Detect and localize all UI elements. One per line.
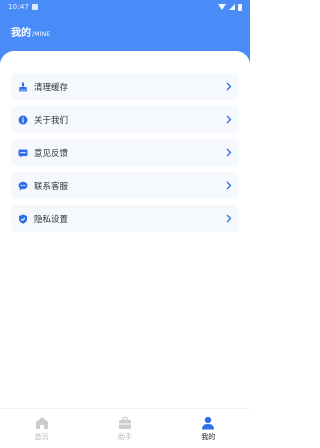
menu-item-feedback[interactable]: 意见反馈 bbox=[11, 139, 239, 166]
menu-item-label: 联系客服 bbox=[34, 181, 69, 192]
home-icon bbox=[35, 416, 49, 430]
menu-item-clear-cache[interactable]: 清理缓存 bbox=[11, 73, 239, 100]
tab-label: 首页 bbox=[34, 432, 49, 441]
menu-item-label: 隐私设置 bbox=[34, 214, 69, 225]
tab-label: 我的 bbox=[201, 432, 216, 441]
page-title: 我的 bbox=[11, 28, 31, 39]
notification-icon bbox=[32, 4, 39, 10]
page-title-row: 我的 /MINE bbox=[11, 24, 50, 39]
tab-mine[interactable]: 我的 bbox=[178, 416, 238, 442]
status-bar: 10:47 bbox=[0, 0, 250, 14]
page-subtitle: /MINE bbox=[32, 31, 51, 38]
chevron-right-icon bbox=[225, 148, 233, 158]
shield-icon bbox=[18, 214, 28, 224]
menu-item-about-us[interactable]: 关于我们 bbox=[11, 106, 239, 133]
wifi-icon bbox=[218, 4, 226, 10]
menu-item-label: 清理缓存 bbox=[34, 82, 69, 93]
tab-home[interactable]: 首页 bbox=[12, 416, 72, 442]
signal-icon bbox=[229, 4, 235, 10]
menu-item-privacy-settings[interactable]: 隐私设置 bbox=[11, 205, 239, 232]
tab-label: 助手 bbox=[117, 432, 132, 441]
chevron-right-icon bbox=[225, 82, 233, 92]
chevron-right-icon bbox=[225, 214, 233, 224]
settings-menu: 清理缓存 关于我们 意见反馈 联系客服 隐私设置 bbox=[11, 73, 239, 238]
bottom-tab-bar: 首页 助手 我的 bbox=[0, 408, 250, 448]
user-icon bbox=[201, 416, 215, 430]
info-icon bbox=[18, 115, 28, 125]
chevron-right-icon bbox=[225, 115, 233, 125]
menu-item-label: 意见反馈 bbox=[34, 148, 69, 159]
broom-icon bbox=[18, 82, 28, 92]
status-indicators bbox=[218, 3, 242, 11]
menu-item-label: 关于我们 bbox=[34, 115, 69, 126]
battery-icon bbox=[238, 3, 242, 11]
status-time: 10:47 bbox=[8, 3, 30, 11]
feedback-icon bbox=[18, 148, 28, 158]
menu-item-contact-support[interactable]: 联系客服 bbox=[11, 172, 239, 199]
briefcase-icon bbox=[118, 416, 132, 430]
chat-icon bbox=[18, 181, 28, 191]
tab-assistant[interactable]: 助手 bbox=[95, 416, 155, 442]
chevron-right-icon bbox=[225, 181, 233, 191]
